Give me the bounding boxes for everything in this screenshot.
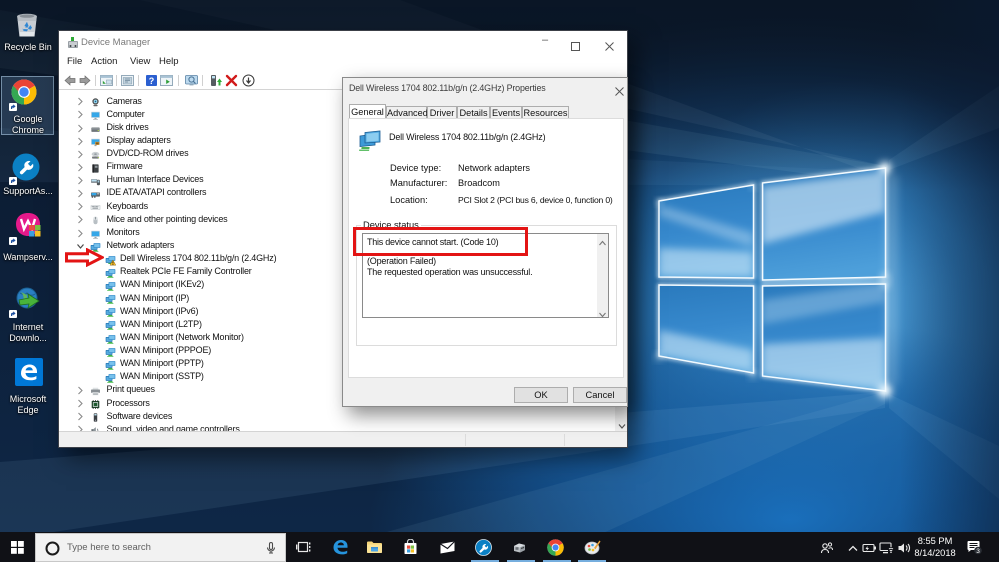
- svg-text:3: 3: [976, 548, 980, 555]
- svg-text:?: ?: [149, 76, 155, 86]
